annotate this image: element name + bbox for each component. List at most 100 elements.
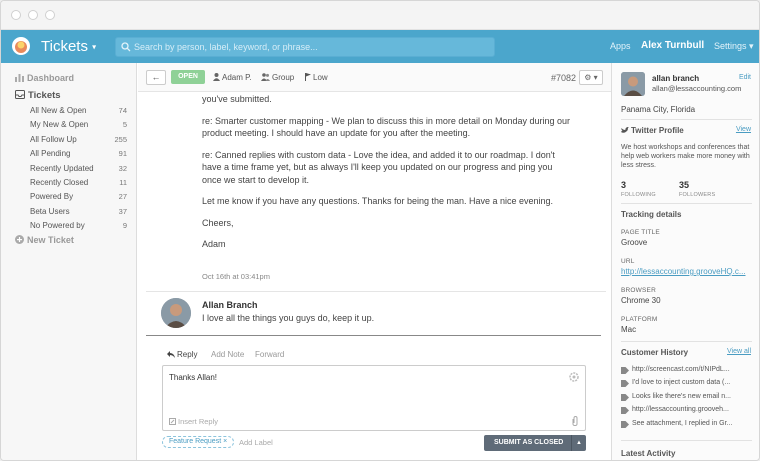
edit-icon [169, 418, 176, 425]
page-title-key: PAGE TITLE [621, 229, 660, 236]
tab-add-note[interactable]: Add Note [211, 350, 244, 359]
twitter-heading-label: Twitter Profile [631, 126, 684, 135]
search-icon [121, 42, 131, 52]
customer-name: allan branch [652, 74, 700, 83]
customer-history-list: http://screencast.com/t/NIPdL... I'd lov… [621, 365, 756, 432]
sidebar-item-powered-by[interactable]: Powered By 27 [1, 190, 137, 204]
customer-panel: allan branch allan@lessaccounting.com Ed… [611, 63, 759, 460]
count-badge: 32 [118, 163, 127, 173]
edit-customer-link[interactable]: Edit [739, 74, 751, 81]
sidebar-item-all-new-open[interactable]: All New & Open 74 [1, 104, 137, 118]
history-item[interactable]: Looks like there's new email n... [621, 392, 756, 405]
history-item[interactable]: http://lessaccounting.grooveh... [621, 405, 756, 418]
divider [146, 335, 601, 336]
assignee-label: Adam P. [222, 73, 252, 82]
sidebar-item-tickets[interactable]: Tickets [15, 90, 61, 101]
following-count: 3 [621, 180, 627, 190]
avatar[interactable] [161, 298, 191, 328]
sidebar-item-dashboard[interactable]: Dashboard [15, 73, 74, 83]
divider [146, 291, 606, 292]
message-timestamp: Oct 16th at 03:41pm [202, 272, 270, 281]
divider [621, 440, 752, 441]
groove-logo-icon[interactable] [11, 36, 31, 56]
group-dropdown[interactable]: Group [261, 73, 294, 82]
count-badge: 9 [122, 221, 127, 231]
user-icon [213, 73, 220, 81]
sidebar-item-my-new-open[interactable]: My New & Open 5 [1, 118, 137, 132]
settings-menu[interactable]: Settings ▾ [714, 41, 754, 52]
status-badge[interactable]: OPEN [171, 70, 205, 84]
gear-icon[interactable] [569, 372, 579, 382]
following-label: FOLLOWING [621, 192, 656, 198]
inbox-icon [15, 90, 25, 99]
assignee-dropdown[interactable]: Adam P. [213, 73, 252, 82]
twitter-profile-heading: Twitter Profile [621, 126, 684, 135]
label-tag-feature-request[interactable]: Feature Request × [162, 436, 235, 448]
twitter-bio: We host workshops and conferences that h… [621, 144, 750, 169]
sidebar-item-all-pending[interactable]: All Pending 91 [1, 147, 137, 161]
sidebar-item-recently-updated[interactable]: Recently Updated 32 [1, 162, 137, 176]
sidebar-item-label: Tickets [28, 90, 61, 101]
sidebar-item-all-follow-up[interactable]: All Follow Up 255 [1, 133, 137, 147]
avatar-photo-icon [621, 72, 645, 96]
followers-stat: 35 FOLLOWERS [679, 180, 715, 198]
group-icon [261, 73, 270, 81]
app-title[interactable]: Tickets ▾ [41, 38, 96, 55]
back-button[interactable]: ← [146, 70, 166, 85]
twitter-view-link[interactable]: View [736, 126, 751, 133]
customer-history-heading: Customer History [621, 348, 689, 357]
page-title-value: Groove [621, 238, 648, 247]
apps-link[interactable]: Apps [610, 41, 631, 51]
url-value-link[interactable]: http://lessaccounting.grooveHQ.c... [621, 267, 746, 276]
count-badge: 255 [114, 134, 127, 144]
current-user-name[interactable]: Alex Turnbull [641, 40, 704, 51]
tab-label: Reply [177, 350, 198, 359]
message-body: you've submitted. re: Smarter customer m… [202, 93, 572, 260]
window-minimize-dot[interactable] [28, 10, 38, 20]
tab-forward[interactable]: Forward [255, 350, 284, 359]
insert-reply-button[interactable]: Insert Reply [169, 417, 218, 426]
message-paragraph: Adam [202, 239, 226, 249]
tab-reply[interactable]: Reply [167, 350, 197, 359]
reply-arrow-icon [167, 351, 175, 358]
submit-as-closed-button[interactable]: SUBMIT AS CLOSED ▲ [484, 435, 586, 451]
history-item[interactable]: I'd love to inject custom data (... [621, 378, 756, 391]
app-window: Tickets ▾ Apps Alex Turnbull Settings ▾ … [0, 0, 760, 461]
history-item[interactable]: http://screencast.com/t/NIPdL... [621, 365, 756, 378]
priority-dropdown[interactable]: Low [305, 73, 328, 82]
count-badge: 91 [118, 149, 127, 159]
ticket-toolbar: ← OPEN Adam P. Group Low #7082 ⚙ ▾ [138, 63, 611, 92]
submit-options-caret[interactable]: ▲ [571, 435, 586, 451]
browser-key: BROWSER [621, 287, 656, 294]
window-maximize-dot[interactable] [45, 10, 55, 20]
history-item-text: http://lessaccounting.grooveh... [632, 406, 729, 414]
window-close-dot[interactable] [11, 10, 21, 20]
sidebar: Dashboard Tickets All New & Open 74 My Ne… [1, 63, 137, 460]
sidebar-item-label: Dashboard [27, 73, 75, 83]
add-label-button[interactable]: Add Label [239, 438, 273, 447]
reply-textarea[interactable]: Thanks Allan! Insert Reply [162, 365, 586, 431]
tag-icon [621, 407, 629, 415]
history-item[interactable]: See attachment, I replied in Gr... [621, 419, 756, 432]
sidebar-item-beta-users[interactable]: Beta Users 37 [1, 205, 137, 219]
message-paragraph: re: Canned replies with custom data - Lo… [202, 149, 555, 185]
ticket-filter-list: All New & Open 74 My New & Open 5 All Foll… [1, 104, 137, 234]
ticket-settings-button[interactable]: ⚙ ▾ [579, 70, 603, 85]
ticket-view: ← OPEN Adam P. Group Low #7082 ⚙ ▾ you'v… [138, 63, 611, 460]
twitter-bird-icon [621, 127, 629, 133]
reply-author[interactable]: Allan Branch [202, 300, 258, 310]
history-view-all-link[interactable]: View all [727, 348, 751, 355]
dashboard-icon [15, 74, 24, 82]
count-badge: 37 [118, 206, 127, 216]
sidebar-item-no-powered-by[interactable]: No Powered by 9 [1, 219, 137, 233]
sidebar-item-label: Beta Users [30, 206, 70, 216]
search-bar[interactable] [115, 37, 495, 57]
new-ticket-button[interactable]: New Ticket [15, 235, 74, 245]
tag-icon [621, 393, 629, 401]
attachment-icon[interactable] [572, 416, 578, 426]
tag-icon [621, 380, 629, 388]
window-titlebar [1, 1, 759, 30]
search-input[interactable] [134, 40, 489, 54]
sidebar-item-recently-closed[interactable]: Recently Closed 11 [1, 176, 137, 190]
divider [621, 203, 752, 204]
